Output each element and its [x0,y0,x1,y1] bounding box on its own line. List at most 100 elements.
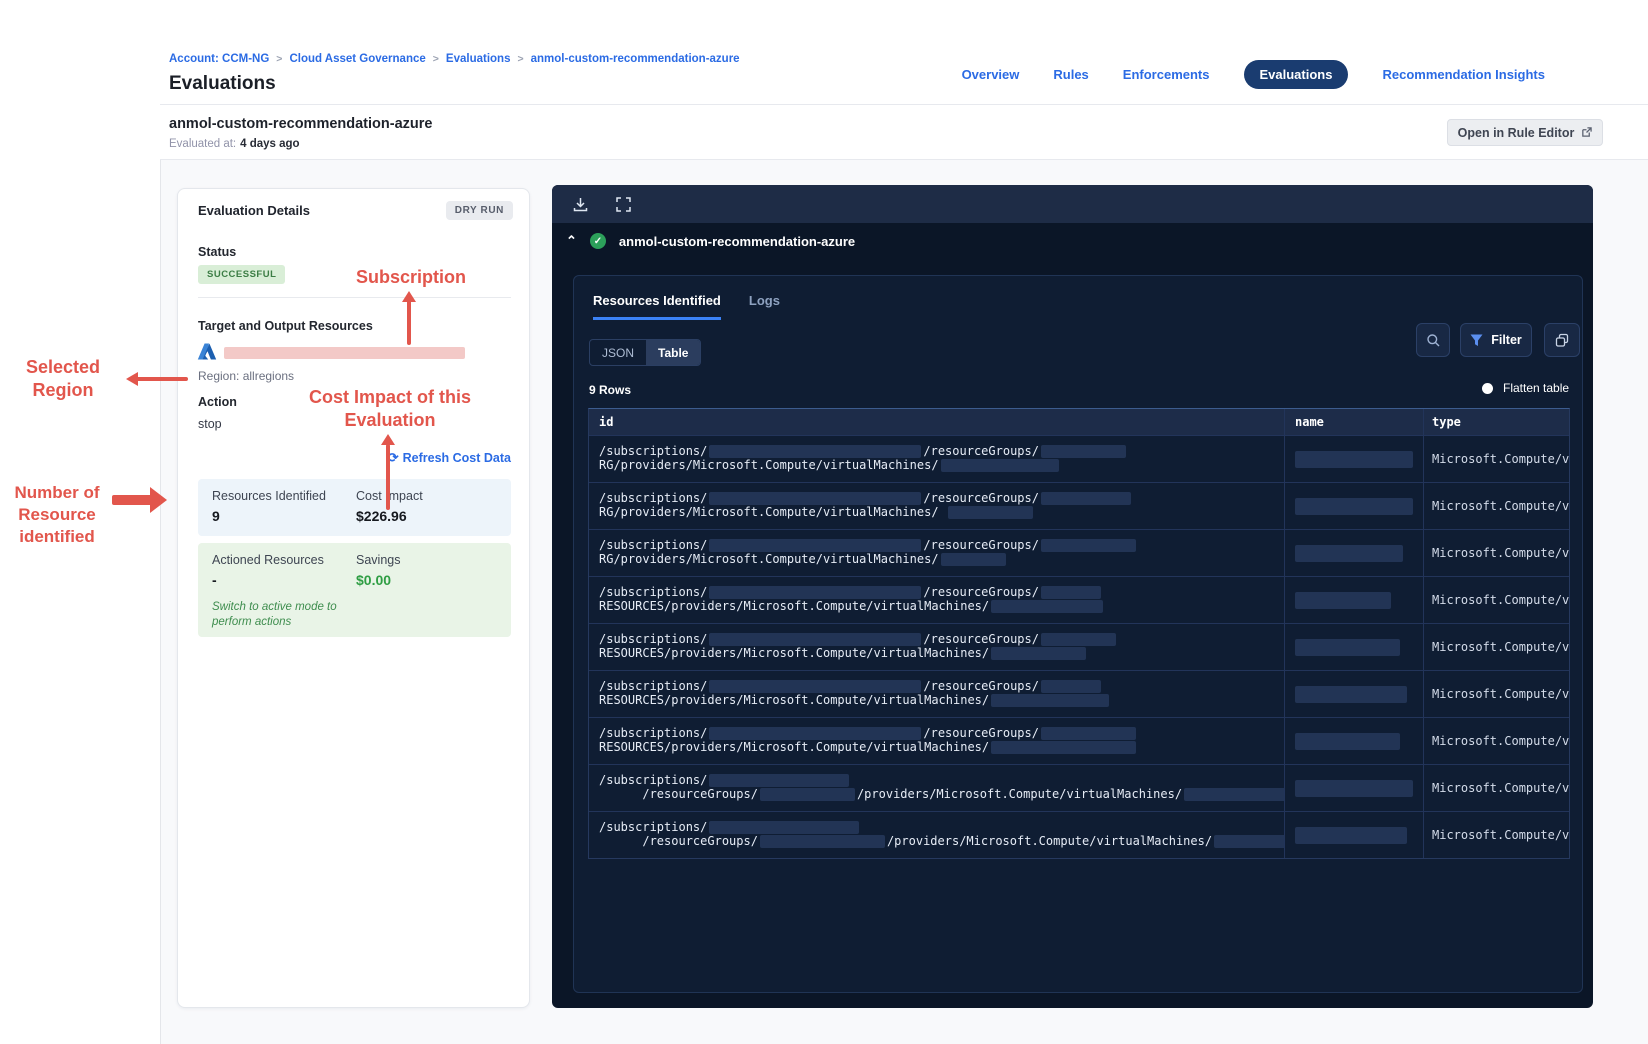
copy-button[interactable] [1544,323,1580,357]
table-row[interactable]: /subscriptions//resourceGroups/ RESOURCE… [589,717,1569,764]
nav-rules[interactable]: Rules [1053,67,1088,82]
redacted-value [759,787,855,801]
evaluated-at-value: 4 days ago [240,138,300,150]
evaluation-name-title: anmol-custom-recommendation-azure [169,116,433,132]
table-row[interactable]: /subscriptions//resourceGroups/ RG/provi… [589,529,1569,576]
table-row[interactable]: /subscriptions//resourceGroups/ RG/provi… [589,482,1569,529]
redacted-value [709,820,860,834]
redacted-name [1295,780,1413,797]
id-cell: /subscriptions//resourceGroups/ RG/provi… [589,530,1285,576]
resources-card: Resources Identified Logs JSON Table Fil… [573,275,1583,993]
table-row[interactable]: /subscriptions//resourceGroups/ RESOURCE… [589,576,1569,623]
type-cell: Microsoft.Compute/virtu [1432,546,1569,560]
redacted-value [709,632,922,646]
status-label: Status [198,245,237,259]
name-cell [1285,765,1424,811]
nav-recommendation-insights[interactable]: Recommendation Insights [1382,67,1545,82]
subscription-redacted-bar [224,347,465,359]
redacted-name [1295,592,1391,609]
id-cell: /subscriptions//resourceGroups/ RG/provi… [589,436,1285,482]
name-cell [1285,530,1424,576]
breadcrumb-separator: > [432,53,439,65]
fullscreen-icon[interactable] [615,196,632,213]
redacted-name [1295,639,1400,656]
resources-identified-value: 9 [212,508,220,524]
success-check-icon: ✓ [589,233,606,249]
name-cell [1285,483,1424,529]
open-in-rule-editor-button[interactable]: Open in Rule Editor [1447,119,1603,146]
page: Account: CCM-NG > Cloud Asset Governance > E… [0,0,1648,1044]
id-cell: /subscriptions/ /resourceGroups//provide… [589,812,1285,858]
selected-region-arrow-line [136,377,188,381]
header-divider [160,104,1648,105]
type-cell: Microsoft.Compute/virtu [1432,828,1569,842]
open-in-rule-editor-label: Open in Rule Editor [1457,125,1575,140]
result-section-header[interactable]: ⌃ ✓ anmol-custom-recommendation-azure [566,233,855,249]
breadcrumb-item[interactable]: Account: CCM-NG [169,53,269,65]
resources-identified-label: Resources Identified [212,489,326,503]
redacted-value [709,726,922,740]
filter-label: Filter [1491,333,1522,347]
name-cell [1285,577,1424,623]
flatten-table-control: Flatten table [1482,381,1569,395]
refresh-cost-data-link[interactable]: ⟳ Refresh Cost Data [378,450,511,466]
table-row[interactable]: /subscriptions/ /resourceGroups//provide… [589,764,1569,811]
redacted-value [991,740,1137,754]
redacted-value [709,491,922,505]
active-mode-note: Switch to active mode to perform actions [212,601,337,628]
filter-button[interactable]: Filter [1460,323,1532,357]
search-button[interactable] [1416,323,1450,357]
breadcrumb-item[interactable]: Cloud Asset Governance [289,53,425,65]
actioned-resources-label: Actioned Resources [212,553,324,567]
toggle-json[interactable]: JSON [590,340,646,365]
id-cell: /subscriptions//resourceGroups/ RESOURCE… [589,671,1285,717]
redacted-value [759,834,885,848]
toggle-table[interactable]: Table [646,340,701,365]
page-title: Evaluations [169,73,276,94]
type-cell: Microsoft.Compute/virtu [1432,593,1569,607]
redacted-value [1214,834,1284,848]
table-row[interactable]: /subscriptions//resourceGroups/ RESOURCE… [589,670,1569,717]
column-header-id[interactable]: id [589,409,1285,435]
type-cell: Microsoft.Compute/virtu [1432,640,1569,654]
nav-overview[interactable]: Overview [962,67,1020,82]
column-header-type[interactable]: type [1424,409,1569,435]
nav-evaluations[interactable]: Evaluations [1243,59,1349,89]
details-card-title: Evaluation Details [198,203,310,218]
results-panel: ⌃ ✓ anmol-custom-recommendation-azure Re… [552,185,1593,1008]
collapse-chevron-icon[interactable]: ⌃ [566,234,577,247]
breadcrumb-item[interactable]: Evaluations [446,53,511,65]
redacted-value [709,444,922,458]
redacted-value [1040,632,1116,646]
view-mode-toggle: JSON Table [589,339,702,366]
region-text: Region: allregions [198,369,295,383]
name-cell [1285,436,1424,482]
actioned-resources-value: - [212,572,217,588]
table-row[interactable]: /subscriptions/ /resourceGroups//provide… [589,811,1569,858]
nav-enforcements[interactable]: Enforcements [1123,67,1210,82]
search-icon [1426,333,1439,346]
result-section-title: anmol-custom-recommendation-azure [618,233,856,249]
column-header-name[interactable]: name [1285,409,1424,435]
resources-stats-box: Resources Identified 9 Cost Impact $226.… [198,479,511,536]
cost-impact-arrow-line [386,444,390,510]
filter-funnel-icon [1470,334,1483,346]
table-row[interactable]: /subscriptions//resourceGroups/ RG/provi… [589,435,1569,482]
download-icon[interactable] [572,196,589,213]
tab-resources-identified[interactable]: Resources Identified [593,293,721,320]
table-row[interactable]: /subscriptions//resourceGroups/ RESOURCE… [589,623,1569,670]
savings-label: Savings [356,553,401,567]
flatten-table-radio[interactable] [1482,382,1493,394]
azure-icon [197,343,217,360]
redacted-value [709,538,922,552]
id-cell: /subscriptions/ /resourceGroups//provide… [589,765,1285,811]
redacted-value [709,679,922,693]
redacted-value [1040,444,1126,458]
annotation-subscription: Subscription [355,267,466,287]
redacted-name [1295,686,1407,703]
tab-logs[interactable]: Logs [749,293,780,320]
name-cell [1285,671,1424,717]
rows-count: 9 Rows [589,383,632,397]
type-cell: Microsoft.Compute/virtu [1432,734,1569,748]
breadcrumb-item[interactable]: anmol-custom-recommendation-azure [531,53,740,65]
